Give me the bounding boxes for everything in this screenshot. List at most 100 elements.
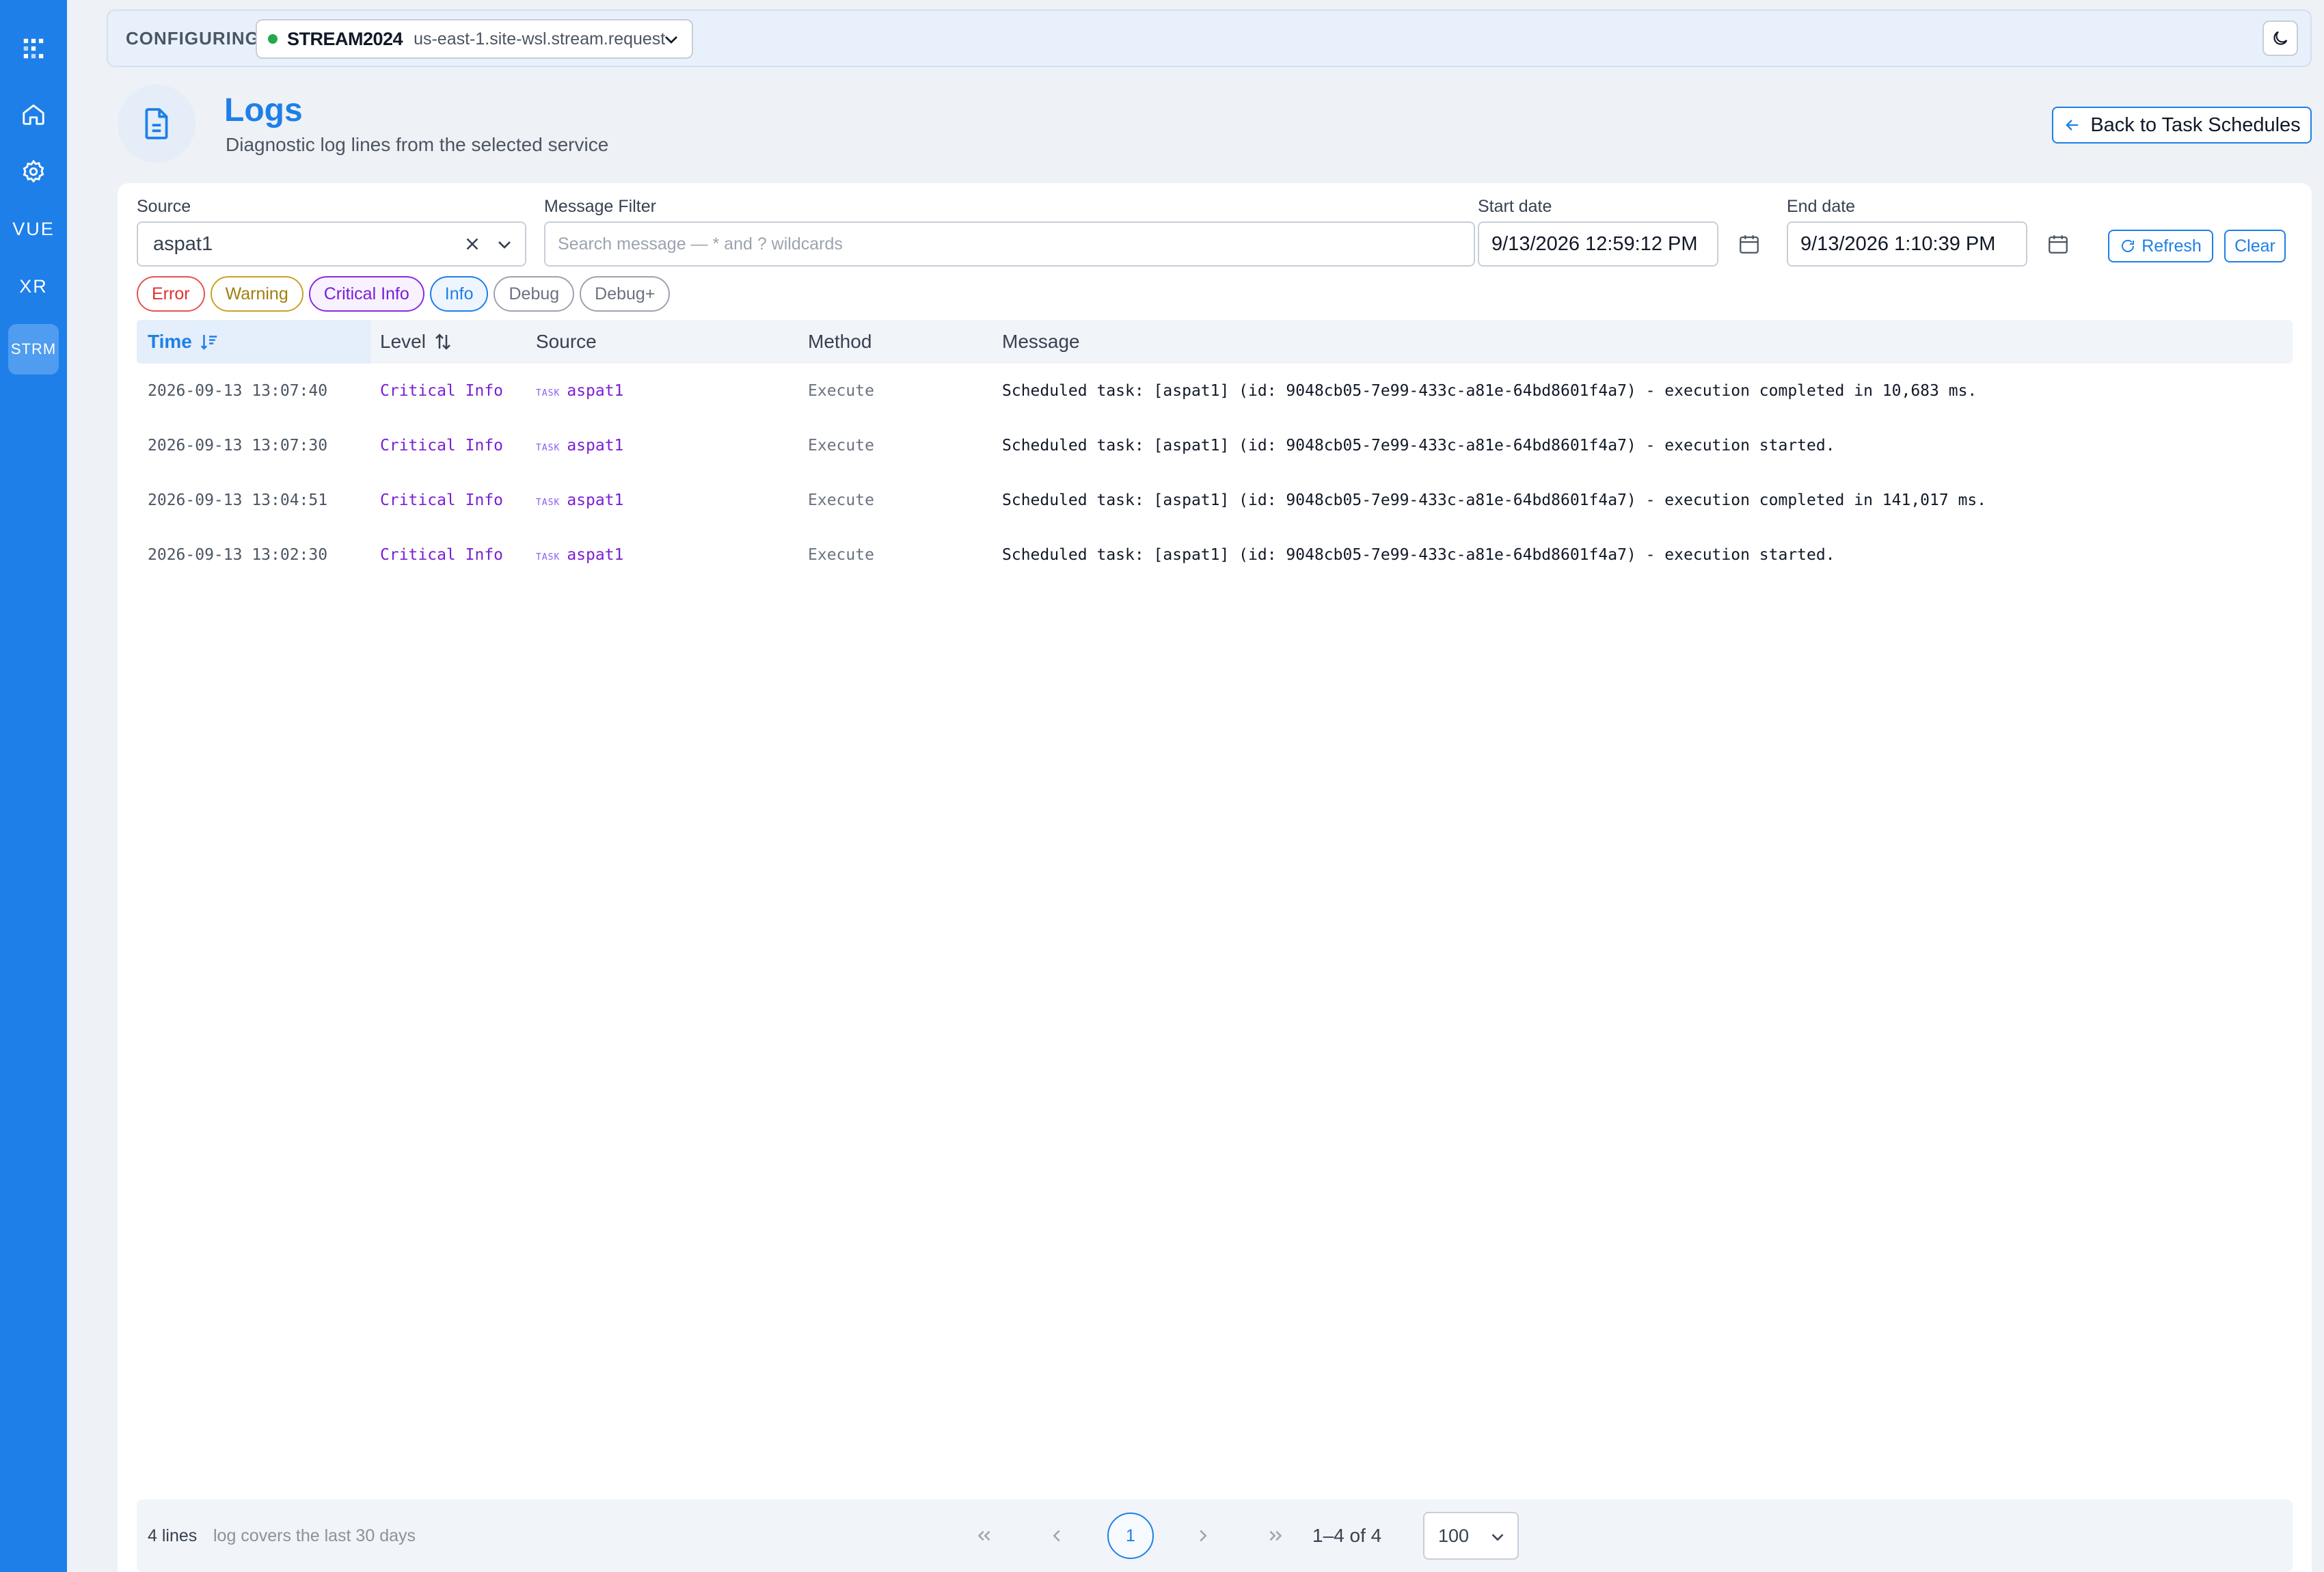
back-to-task-schedules-button[interactable]: Back to Task Schedules <box>2052 107 2312 144</box>
page-title: Logs <box>224 92 303 128</box>
left-rail: VUE XR STRM <box>0 0 67 1572</box>
cell-source: TASK aspat1 <box>536 418 623 473</box>
column-method[interactable]: Method <box>808 320 871 364</box>
arrow-left-icon <box>2066 120 2079 131</box>
cell-level: Critical Info <box>380 546 504 564</box>
environment-host: us-east-1.site-wsl.stream.request <box>414 29 666 49</box>
source-select[interactable]: aspat1 <box>137 221 526 267</box>
document-icon <box>118 85 195 163</box>
rows-per-page-select[interactable]: 100 <box>1423 1512 1519 1560</box>
configuring-label: CONFIGURING <box>126 28 260 49</box>
rail-item-xr[interactable]: XR <box>8 261 59 312</box>
cell-method: Execute <box>808 437 874 455</box>
task-tag: TASK <box>536 552 560 563</box>
column-message[interactable]: Message <box>1002 320 1080 364</box>
table-row[interactable]: 2026-09-13 13:02:30 Critical Info TASK as… <box>137 528 2293 582</box>
cell-method: Execute <box>808 546 874 564</box>
moon-icon <box>2273 31 2288 45</box>
page-button-current[interactable]: 1 <box>1107 1513 1154 1559</box>
cell-source-value: aspat1 <box>567 382 624 400</box>
column-method-label: Method <box>808 331 872 352</box>
environment-select[interactable]: STREAM2024 us-east-1.site-wsl.stream.req… <box>256 19 693 59</box>
chip-info[interactable]: Info <box>429 276 489 312</box>
chevron-down-icon <box>1491 1534 1504 1541</box>
column-source-label: Source <box>536 331 597 352</box>
logo-icon[interactable] <box>8 23 59 74</box>
last-page-button[interactable] <box>1252 1513 1299 1559</box>
chip-debug[interactable]: Debug <box>494 276 575 312</box>
task-tag: TASK <box>536 388 560 398</box>
column-level-label: Level <box>380 331 426 352</box>
status-dot <box>268 34 278 44</box>
chip-error[interactable]: Error <box>137 276 205 312</box>
home-icon[interactable] <box>8 89 59 139</box>
cell-message: Scheduled task: [aspat1] (id: 9048cb05-7… <box>1002 382 1977 400</box>
cell-method: Execute <box>808 491 874 509</box>
table-footer: 4 lines log covers the last 30 days 1 1–… <box>137 1500 2293 1572</box>
cell-level: Critical Info <box>380 491 504 509</box>
environment-name: STREAM2024 <box>287 28 403 49</box>
rows-per-page-value: 100 <box>1438 1525 1470 1546</box>
cell-time: 2026-09-13 13:04:51 <box>148 491 328 509</box>
calendar-icon[interactable] <box>1738 232 1761 256</box>
table-row[interactable]: 2026-09-13 13:04:51 Critical Info TASK as… <box>137 473 2293 528</box>
source-value: aspat1 <box>153 232 213 255</box>
start-date-input[interactable]: 9/13/2026 12:59:12 PM <box>1478 221 1718 267</box>
calendar-icon[interactable] <box>2046 232 2070 256</box>
table-row[interactable]: 2026-09-13 13:07:40 Critical Info TASK as… <box>137 364 2293 418</box>
refresh-button[interactable]: Refresh <box>2108 230 2213 262</box>
chip-warning[interactable]: Warning <box>210 276 303 312</box>
cell-source: TASK aspat1 <box>536 364 623 418</box>
line-count: 4 lines <box>148 1526 198 1545</box>
sort-descending-icon <box>200 335 217 350</box>
clear-button[interactable]: Clear <box>2224 230 2286 262</box>
chevron-down-icon <box>665 36 677 44</box>
cell-time: 2026-09-13 13:02:30 <box>148 546 328 564</box>
cell-level: Critical Info <box>380 382 504 400</box>
close-icon[interactable] <box>462 234 483 254</box>
column-source[interactable]: Source <box>536 320 597 364</box>
level-filter-chips: Error Warning Critical Info Info Debug D… <box>137 276 671 312</box>
back-button-label: Back to Task Schedules <box>2090 113 2301 136</box>
message-filter-label: Message Filter <box>544 197 656 216</box>
first-page-button[interactable] <box>961 1513 1008 1559</box>
start-date-label: Start date <box>1478 197 1552 216</box>
clear-label: Clear <box>2234 236 2275 256</box>
table-row[interactable]: 2026-09-13 13:07:30 Critical Info TASK as… <box>137 418 2293 473</box>
gear-icon[interactable] <box>8 146 59 197</box>
previous-page-button[interactable] <box>1033 1513 1080 1559</box>
task-tag: TASK <box>536 443 560 453</box>
rail-item-vue[interactable]: VUE <box>8 204 59 254</box>
log-coverage-note: log covers the last 30 days <box>213 1526 416 1545</box>
page-subtitle: Diagnostic log lines from the selected s… <box>226 134 609 155</box>
cell-source: TASK aspat1 <box>536 473 623 528</box>
task-tag: TASK <box>536 498 560 508</box>
rail-item-strm[interactable]: STRM <box>8 324 59 375</box>
theme-toggle-button[interactable] <box>2262 21 2298 56</box>
start-date-value: 9/13/2026 12:59:12 PM <box>1491 232 1698 255</box>
column-time[interactable]: Time <box>148 320 219 364</box>
page-range: 1–4 of 4 <box>1312 1525 1382 1546</box>
column-message-label: Message <box>1002 331 1080 352</box>
source-label: Source <box>137 197 191 216</box>
chip-debug-plus[interactable]: Debug+ <box>580 276 671 312</box>
end-date-value: 9/13/2026 1:10:39 PM <box>1800 232 1996 255</box>
message-filter-input[interactable] <box>544 221 1475 267</box>
refresh-label: Refresh <box>2141 236 2202 256</box>
cell-method: Execute <box>808 382 874 400</box>
cell-message: Scheduled task: [aspat1] (id: 9048cb05-7… <box>1002 491 1987 509</box>
chip-critical-info[interactable]: Critical Info <box>308 276 424 312</box>
end-date-input[interactable]: 9/13/2026 1:10:39 PM <box>1787 221 2027 267</box>
cell-time: 2026-09-13 13:07:40 <box>148 382 328 400</box>
next-page-button[interactable] <box>1180 1513 1226 1559</box>
top-bar: CONFIGURING STREAM2024 us-east-1.site-ws… <box>107 10 2312 67</box>
chevron-down-icon <box>498 241 511 249</box>
logs-card: Source aspat1 Message Filter Start date … <box>118 183 2312 1572</box>
sort-icon <box>435 334 450 350</box>
cell-source-value: aspat1 <box>567 546 624 564</box>
column-level[interactable]: Level <box>380 320 453 364</box>
cell-message: Scheduled task: [aspat1] (id: 9048cb05-7… <box>1002 546 1835 564</box>
chevron-right-icon <box>1200 1530 1207 1542</box>
refresh-icon <box>2122 239 2135 252</box>
chevron-left-icon <box>1053 1530 1060 1542</box>
